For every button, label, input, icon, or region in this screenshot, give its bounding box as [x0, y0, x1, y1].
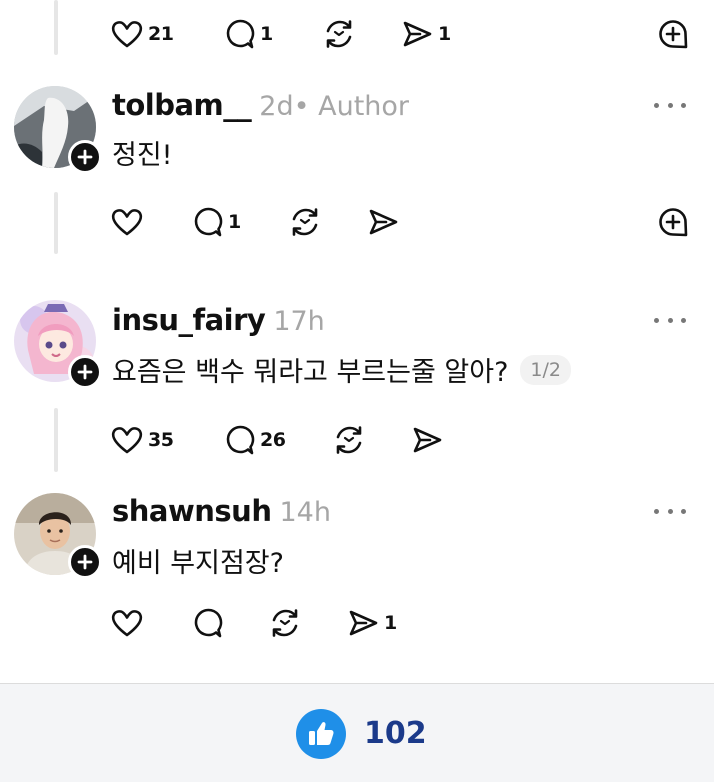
username[interactable]: tolbam__ — [112, 88, 252, 122]
follow-button[interactable] — [68, 355, 102, 389]
post-meta: shawnsuh 14h — [112, 494, 331, 528]
parent-post-actions: 21 1 1 — [110, 14, 690, 54]
repost-icon — [288, 205, 322, 239]
post-text-content: 정진! — [112, 140, 173, 171]
more-icon — [654, 102, 659, 108]
reply-button[interactable] — [190, 603, 224, 643]
thumbs-up-icon — [309, 722, 334, 745]
more-icon-dot — [667, 508, 673, 514]
more-icon-dot — [681, 102, 686, 108]
share-button[interactable]: 1 — [400, 14, 451, 54]
reply-icon — [222, 17, 256, 51]
post-actions: 1 — [110, 603, 690, 643]
post-text: 예비 부지점장? — [112, 541, 284, 580]
thread-line — [54, 192, 58, 254]
reply-icon — [190, 606, 224, 640]
repost-icon — [322, 17, 356, 51]
more-icon-dot — [681, 317, 686, 323]
share-count: 1 — [438, 23, 451, 45]
post-meta: insu_fairy 17h — [112, 303, 325, 337]
follow-button[interactable] — [68, 140, 102, 174]
quote-icon — [656, 17, 690, 51]
more-options-button[interactable] — [654, 310, 686, 330]
follow-button[interactable] — [68, 545, 102, 579]
reply-count: 26 — [260, 429, 286, 451]
share-icon — [346, 606, 380, 640]
author-tag: • Author — [293, 91, 410, 122]
more-options-button[interactable] — [654, 95, 686, 115]
plus-icon — [77, 364, 93, 380]
share-button[interactable] — [410, 420, 444, 460]
timestamp: 17h — [273, 306, 325, 337]
post-text: 요즘은 백수 뭐라고 부르는줄 알아? 1/2 — [112, 350, 571, 389]
reply-count: 1 — [228, 211, 241, 233]
post-text-content: 예비 부지점장? — [112, 548, 284, 579]
heart-icon — [110, 606, 144, 640]
repost-button[interactable] — [288, 202, 322, 242]
reply-button[interactable]: 26 — [222, 420, 286, 460]
post-text-content: 요즘은 백수 뭐라고 부르는줄 알아? — [112, 357, 509, 388]
share-icon — [400, 17, 434, 51]
plus-icon — [77, 554, 93, 570]
timestamp: 14h — [279, 497, 331, 528]
quote-button[interactable] — [656, 202, 690, 242]
share-button[interactable]: 1 — [346, 603, 397, 643]
timestamp: 2d — [259, 91, 294, 122]
post-meta: tolbam__ 2d • Author — [112, 88, 409, 122]
repost-button[interactable] — [322, 14, 356, 54]
post-actions: 1 — [110, 202, 690, 242]
more-icon — [654, 508, 659, 514]
heart-icon — [110, 205, 144, 239]
like-button[interactable] — [110, 202, 148, 242]
repost-icon — [332, 423, 366, 457]
quote-icon — [656, 205, 690, 239]
quote-button[interactable] — [656, 14, 690, 54]
reply-icon — [190, 205, 224, 239]
like-button[interactable]: 35 — [110, 420, 174, 460]
thread-line — [54, 0, 58, 55]
heart-icon — [110, 17, 144, 51]
share-icon — [366, 205, 400, 239]
share-count: 1 — [384, 612, 397, 634]
repost-button[interactable] — [332, 420, 366, 460]
plus-icon — [77, 149, 93, 165]
share-button[interactable] — [366, 202, 400, 242]
more-icon-dot — [667, 102, 673, 108]
thumbs-up-button[interactable] — [296, 709, 346, 759]
repost-icon — [268, 606, 302, 640]
thread-line — [54, 408, 58, 472]
more-icon-dot — [681, 508, 686, 514]
post-actions: 35 26 — [110, 420, 690, 460]
like-count: 35 — [148, 429, 174, 451]
username[interactable]: insu_fairy — [112, 303, 266, 337]
reply-button[interactable]: 1 — [190, 202, 241, 242]
like-count: 21 — [148, 23, 174, 45]
share-icon — [410, 423, 444, 457]
repost-button[interactable] — [268, 603, 302, 643]
heart-icon — [110, 423, 144, 457]
reply-count: 1 — [260, 23, 273, 45]
page-indicator[interactable]: 1/2 — [520, 354, 571, 385]
reply-button[interactable]: 1 — [222, 14, 273, 54]
bottom-reaction-bar: 102 — [0, 683, 714, 782]
like-button[interactable]: 21 — [110, 14, 174, 54]
more-icon — [654, 317, 659, 323]
more-options-button[interactable] — [654, 501, 686, 521]
post-text: 정진! — [112, 133, 173, 172]
username[interactable]: shawnsuh — [112, 494, 272, 528]
like-button[interactable] — [110, 603, 144, 643]
reply-icon — [222, 423, 256, 457]
total-like-count: 102 — [364, 716, 427, 751]
more-icon-dot — [667, 317, 673, 323]
